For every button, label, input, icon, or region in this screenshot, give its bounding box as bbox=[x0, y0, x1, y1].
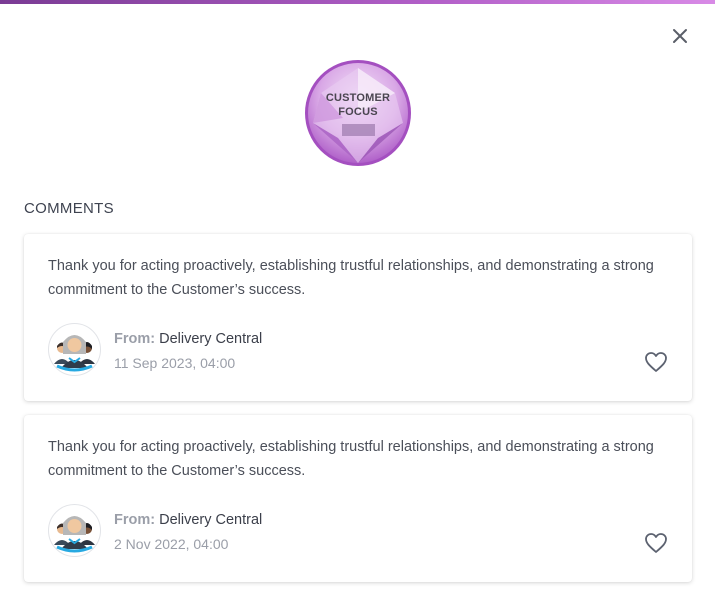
comments-heading: COMMENTS bbox=[24, 200, 114, 217]
from-label: From: bbox=[114, 331, 156, 347]
comment-text: Thank you for acting proactively, establ… bbox=[48, 258, 654, 298]
comment-text: Thank you for acting proactively, establ… bbox=[48, 439, 654, 479]
group-avatar-icon bbox=[49, 505, 100, 556]
comment-author: From: Delivery Central bbox=[114, 511, 262, 529]
avatar bbox=[48, 504, 101, 557]
from-label: From: bbox=[114, 512, 156, 528]
avatar bbox=[48, 323, 101, 376]
heart-outline-icon bbox=[645, 533, 667, 553]
badge-line-2: FOCUS bbox=[338, 106, 378, 118]
customer-focus-badge: CUSTOMER FOCUS bbox=[303, 58, 413, 168]
like-button[interactable] bbox=[644, 351, 668, 373]
badge-label: CUSTOMER FOCUS bbox=[303, 91, 413, 119]
top-accent-bar bbox=[0, 0, 715, 4]
heart-outline-icon bbox=[645, 352, 667, 372]
close-icon bbox=[673, 29, 687, 43]
author-name: Delivery Central bbox=[159, 512, 263, 528]
close-button[interactable] bbox=[668, 24, 692, 48]
author-name: Delivery Central bbox=[159, 331, 263, 347]
like-button[interactable] bbox=[644, 532, 668, 554]
group-avatar-icon bbox=[49, 324, 100, 375]
comment-date: 11 Sep 2023, 04:00 bbox=[114, 355, 236, 371]
badge-line-1: CUSTOMER bbox=[325, 92, 391, 104]
comment-author: From: Delivery Central bbox=[114, 330, 262, 348]
comment-card: Thank you for acting proactively, establ… bbox=[24, 234, 692, 401]
comment-date: 2 Nov 2022, 04:00 bbox=[114, 536, 229, 552]
comment-card: Thank you for acting proactively, establ… bbox=[24, 415, 692, 582]
